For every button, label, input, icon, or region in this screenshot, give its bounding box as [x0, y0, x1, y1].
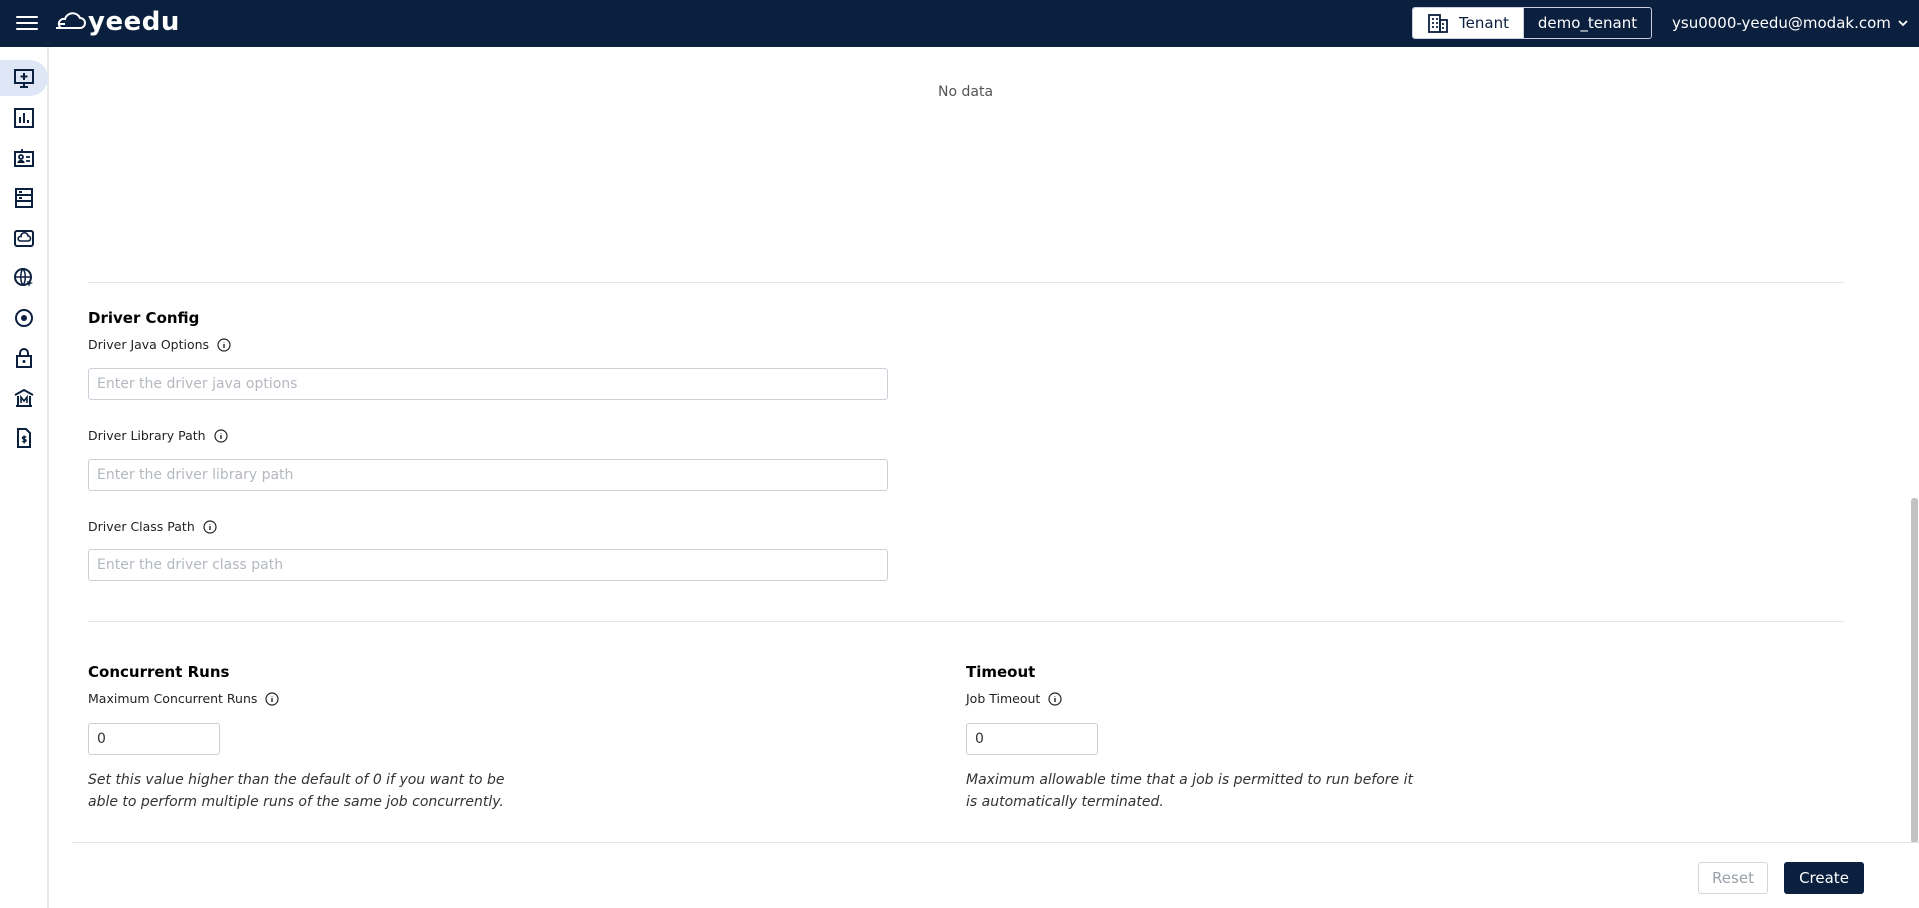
job-timeout-label-text: Job Timeout [966, 691, 1041, 706]
driver-library-path-label: Driver Library Path [88, 428, 228, 443]
reset-button[interactable]: Reset [1698, 862, 1768, 894]
sidebar-item-storage[interactable] [0, 220, 48, 256]
timeout-help-line: is automatically terminated. [966, 794, 1164, 810]
id-card-icon [14, 149, 34, 167]
max-concurrent-runs-label-text: Maximum Concurrent Runs [88, 691, 258, 706]
sidebar-item-monitoring[interactable] [0, 300, 48, 336]
timeout-title: Timeout [966, 663, 1036, 681]
concurrent-runs-help: Set this value higher than the default o… [88, 769, 504, 813]
billing-icon [17, 428, 31, 448]
bar-chart-icon [14, 108, 34, 128]
lock-icon [16, 348, 32, 368]
sidebar-item-organization[interactable] [0, 380, 48, 416]
concurrent-runs-help-line: Set this value higher than the default o… [88, 772, 505, 788]
user-menu[interactable]: ysu0000-yeedu@modak.com [1672, 12, 1909, 34]
tenant-value: demo_tenant [1523, 8, 1651, 38]
max-concurrent-runs-input[interactable] [88, 723, 220, 755]
sidebar-item-billing[interactable] [0, 420, 48, 456]
job-timeout-input[interactable] [966, 723, 1098, 755]
tenant-selector[interactable]: Tenant demo_tenant [1412, 7, 1652, 39]
add-to-screen-icon [14, 69, 34, 88]
job-timeout-label: Job Timeout [966, 691, 1062, 706]
rack-icon [15, 188, 33, 208]
max-concurrent-runs-label: Maximum Concurrent Runs [88, 691, 280, 706]
tenant-label: Tenant [1459, 14, 1509, 32]
top-bar: yeedu Tenant demo_tenant ysu0000-yeedu@m… [0, 0, 1919, 47]
hamburger-menu-icon[interactable] [16, 13, 38, 33]
app-logo[interactable]: yeedu [56, 7, 180, 37]
driver-config-title: Driver Config [88, 309, 200, 327]
logo-text: yeedu [88, 7, 180, 37]
create-button[interactable]: Create [1784, 862, 1864, 894]
target-icon [15, 309, 33, 327]
info-icon[interactable] [1048, 691, 1062, 706]
globe-cursor-icon [14, 268, 33, 287]
bank-icon [14, 388, 34, 407]
scrollbar-thumb[interactable] [1911, 498, 1918, 843]
info-icon[interactable] [217, 337, 231, 352]
sidebar-item-security[interactable] [0, 340, 48, 376]
concurrent-runs-help-line: able to perform multiple runs of the sam… [88, 794, 504, 810]
form-footer [72, 842, 1919, 908]
info-icon[interactable] [265, 691, 280, 706]
cloud-drive-icon [14, 230, 34, 247]
concurrent-runs-title: Concurrent Runs [88, 663, 230, 681]
sidebar-item-identity[interactable] [0, 140, 48, 176]
section-divider [88, 621, 1844, 622]
section-divider [88, 282, 1844, 283]
driver-java-options-label: Driver Java Options [88, 337, 231, 352]
info-icon[interactable] [213, 428, 228, 443]
sidebar [0, 47, 49, 908]
building-icon [1428, 14, 1448, 33]
sidebar-item-clusters[interactable] [0, 180, 48, 216]
info-icon[interactable] [203, 519, 217, 534]
driver-class-path-label: Driver Class Path [88, 519, 217, 534]
user-email: ysu0000-yeedu@modak.com [1672, 14, 1891, 32]
driver-java-options-input[interactable] [88, 368, 888, 400]
sidebar-item-add-to-screen[interactable] [0, 60, 48, 96]
sidebar-item-analytics[interactable] [0, 100, 48, 136]
empty-state-text: No data [938, 84, 994, 100]
sidebar-item-network[interactable] [0, 260, 48, 296]
driver-class-path-input[interactable] [88, 549, 888, 581]
cloud-logo-icon [56, 12, 86, 29]
driver-class-path-label-text: Driver Class Path [88, 519, 195, 534]
driver-library-path-label-text: Driver Library Path [88, 428, 206, 443]
timeout-help-line: Maximum allowable time that a job is per… [966, 772, 1414, 788]
driver-java-options-label-text: Driver Java Options [88, 337, 210, 352]
tenant-button[interactable]: Tenant [1413, 8, 1523, 38]
chevron-down-icon [1898, 20, 1908, 27]
driver-library-path-input[interactable] [88, 459, 888, 491]
timeout-help: Maximum allowable time that a job is per… [966, 769, 1413, 813]
